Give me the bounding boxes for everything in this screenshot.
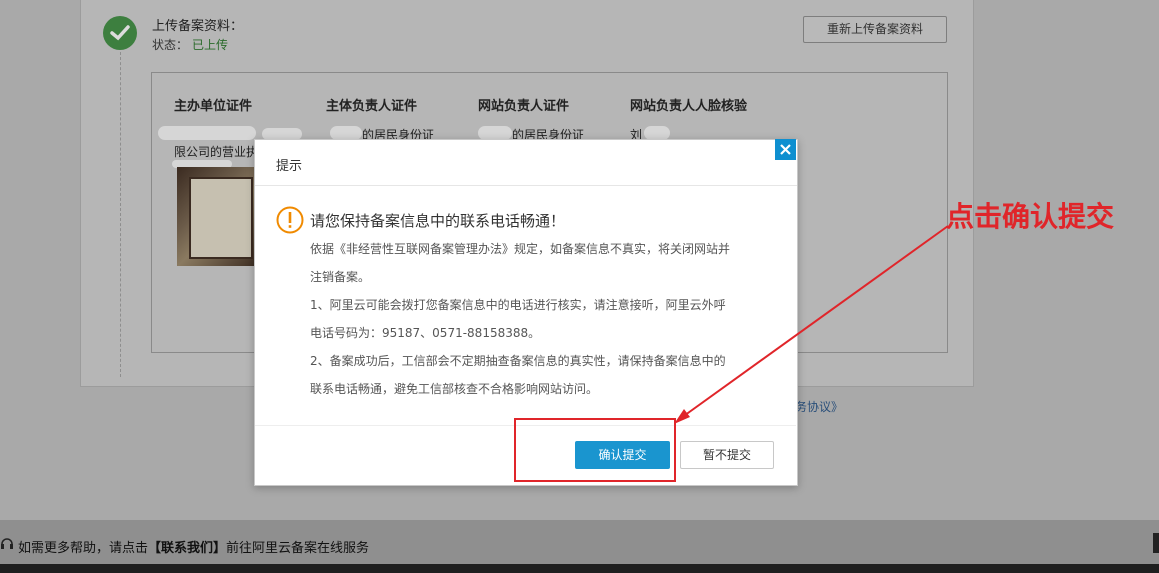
annotation-arrow [674,225,949,424]
annotation-text: 点击确认提交 [946,200,1115,233]
